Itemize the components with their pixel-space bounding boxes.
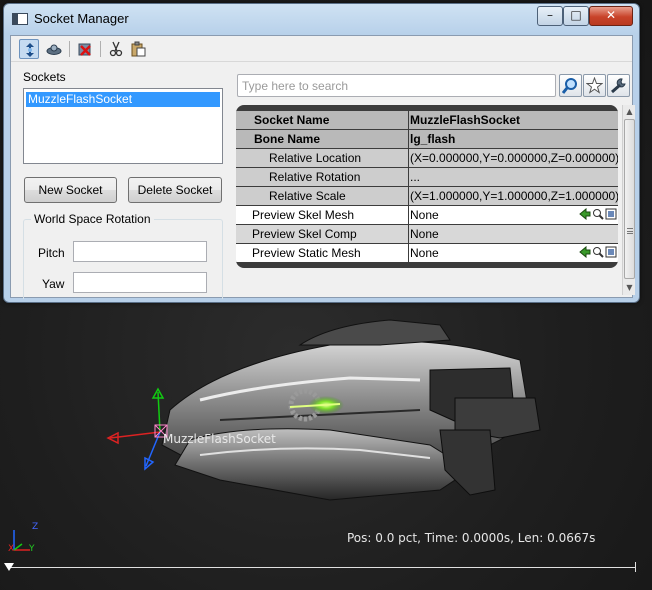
star-icon <box>586 77 603 94</box>
axis-x-label: X <box>8 544 15 554</box>
sockets-label: Sockets <box>23 70 66 84</box>
axis-z-label: Z <box>32 522 39 532</box>
axis-y-label: Y <box>29 544 35 554</box>
scroll-down-icon[interactable]: ▼ <box>623 281 636 294</box>
property-value[interactable]: (X=1.000000,Y=1.000000,Z=1.000000) <box>409 187 618 205</box>
pitch-field[interactable] <box>73 241 207 262</box>
search-input[interactable] <box>238 75 555 96</box>
row-actions <box>578 245 617 260</box>
socket-edit-icon <box>26 43 34 57</box>
property-row-relative-scale[interactable]: Relative Scale (X=1.000000,Y=1.000000,Z=… <box>236 187 618 206</box>
property-name: Preview Skel Mesh <box>236 206 408 224</box>
property-value[interactable]: None <box>409 225 618 243</box>
maximize-button[interactable]: □ <box>563 6 589 26</box>
property-name: Relative Scale <box>236 187 408 205</box>
property-row-preview-static-mesh[interactable]: Preview Static Mesh None <box>236 244 618 263</box>
wrench-icon <box>611 78 626 94</box>
close-icon: ✕ <box>605 8 617 22</box>
property-value[interactable]: (X=0.000000,Y=0.000000,Z=0.000000) <box>409 149 618 167</box>
client-area: Sockets MuzzleFlashSocket New Socket Del… <box>10 35 635 299</box>
cut-button[interactable] <box>106 39 126 59</box>
socket-edit-button[interactable] <box>19 39 39 59</box>
timeline-scrubber[interactable] <box>4 563 14 571</box>
browse-icon[interactable] <box>592 208 604 220</box>
clear-icon[interactable] <box>605 246 617 258</box>
pitch-label: Pitch <box>38 246 65 260</box>
toolbar-separator <box>69 41 70 57</box>
rotation-group-label: World Space Rotation <box>31 212 154 226</box>
playback-status: Pos: 0.0 pct, Time: 0.0000s, Len: 0.0667… <box>347 531 596 545</box>
minimize-icon: – <box>547 8 553 22</box>
delete-socket-button[interactable] <box>75 39 95 59</box>
settings-button[interactable] <box>607 74 630 97</box>
socket-viewport-label: MuzzleFlashSocket <box>163 432 276 446</box>
window-title: Socket Manager <box>34 11 129 26</box>
timeline-end-tick <box>635 562 636 572</box>
property-grid-scrollbar[interactable]: ▲ ▼ <box>622 105 635 295</box>
timeline-track[interactable] <box>8 567 636 568</box>
rotate-icon <box>46 44 62 55</box>
socket-list[interactable]: MuzzleFlashSocket <box>23 88 223 164</box>
scroll-thumb[interactable] <box>624 119 635 279</box>
property-grid: Socket Name MuzzleFlashSocket Bone Name … <box>236 105 618 268</box>
maximize-icon: □ <box>570 8 582 22</box>
search-box <box>237 74 556 97</box>
property-name: Socket Name <box>236 111 408 129</box>
toolbar-separator <box>100 41 101 57</box>
paste-button[interactable] <box>128 39 148 59</box>
property-name: Relative Location <box>236 149 408 167</box>
window-icon <box>12 13 28 25</box>
property-name: Preview Skel Comp <box>236 225 408 243</box>
property-name: Relative Rotation <box>236 168 408 186</box>
socket-list-item[interactable]: MuzzleFlashSocket <box>26 92 220 107</box>
grip-icon <box>627 228 633 234</box>
scroll-up-icon[interactable]: ▲ <box>623 105 636 118</box>
property-value[interactable]: lg_flash <box>409 130 618 148</box>
use-selected-icon[interactable] <box>579 207 591 221</box>
browse-icon[interactable] <box>592 246 604 258</box>
delete-icon <box>78 43 91 56</box>
paste-icon <box>131 41 146 57</box>
row-actions <box>578 207 617 222</box>
property-row-preview-skel-comp[interactable]: Preview Skel Comp None <box>236 225 618 244</box>
property-value[interactable]: MuzzleFlashSocket <box>409 111 618 129</box>
property-value[interactable]: ... <box>409 168 618 186</box>
property-row-socket-name[interactable]: Socket Name MuzzleFlashSocket <box>236 111 618 130</box>
property-row-relative-location[interactable]: Relative Location (X=0.000000,Y=0.000000… <box>236 149 618 168</box>
toolbar <box>11 36 632 62</box>
property-row-preview-skel-mesh[interactable]: Preview Skel Mesh None <box>236 206 618 225</box>
minimize-button[interactable]: – <box>537 6 563 26</box>
search-icon <box>562 78 577 94</box>
favorites-button[interactable] <box>583 74 606 97</box>
new-socket-button[interactable]: New Socket <box>24 177 117 203</box>
clear-icon[interactable] <box>605 208 617 220</box>
rotate-button[interactable] <box>44 39 64 59</box>
property-row-relative-rotation[interactable]: Relative Rotation ... <box>236 168 618 187</box>
close-button[interactable]: ✕ <box>589 6 633 26</box>
property-row-bone-name[interactable]: Bone Name lg_flash <box>236 130 618 149</box>
title-bar[interactable]: Socket Manager – □ ✕ <box>4 4 639 34</box>
cut-icon <box>109 41 123 57</box>
socket-manager-window: Socket Manager – □ ✕ Sockets MuzzleFlash… <box>3 3 640 303</box>
property-name: Preview Static Mesh <box>236 244 408 262</box>
yaw-label: Yaw <box>42 277 65 291</box>
yaw-field[interactable] <box>73 272 207 293</box>
delete-socket-text-button[interactable]: Delete Socket <box>128 177 222 203</box>
property-name: Bone Name <box>236 130 408 148</box>
use-selected-icon[interactable] <box>579 245 591 259</box>
search-button[interactable] <box>559 74 582 97</box>
